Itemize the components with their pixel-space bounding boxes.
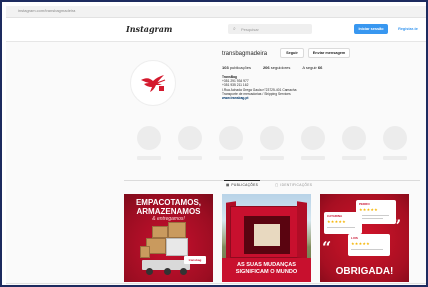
active-tab-indicator <box>224 180 260 181</box>
post-thumbnail[interactable]: PEDRO ★★★★★ CATARINA ★★★★★ LUIS ★★★★★ ” … <box>320 194 409 282</box>
box-image <box>166 238 188 256</box>
rating-stars-icon: ★★★★★ <box>351 241 370 246</box>
review-card: LUIS ★★★★★ <box>348 234 390 256</box>
story-highlight[interactable] <box>301 126 325 150</box>
send-message-button[interactable]: Enviar mensagem <box>308 48 350 58</box>
tabs-divider <box>124 180 420 181</box>
post-caption: AS SUAS MUDANÇAS SIGNIFICAM O MUNDO <box>222 258 311 282</box>
post-title: EMPACOTAMOS, ARMAZENAMOS <box>135 198 202 216</box>
tab-tagged[interactable]: ▢ IDENTIFICAÇÕES <box>275 183 312 187</box>
tab-posts-label: PUBLICAÇÕES <box>231 183 259 187</box>
story-highlight[interactable] <box>219 126 243 150</box>
quote-mark-icon: “ <box>322 238 332 257</box>
post-thumbnail[interactable]: AS SUAS MUDANÇAS SIGNIFICAM O MUNDO <box>222 194 311 282</box>
login-button[interactable]: Iniciar sessão <box>354 24 388 34</box>
post-brand-logo: transbag <box>184 256 206 264</box>
container-door-right <box>297 201 307 259</box>
grid-icon: ▦ <box>226 183 230 187</box>
story-highlight[interactable] <box>178 126 202 150</box>
tab-tagged-label: IDENTIFICAÇÕES <box>280 183 313 187</box>
browser-window: instagram.com/transbagmadeira Instagram … <box>0 0 428 287</box>
bio-website-link[interactable]: www.transbag.pt <box>222 96 296 100</box>
avatar[interactable] <box>130 60 176 106</box>
story-highlight-label <box>260 156 284 160</box>
profile-username: transbagmadeira <box>222 51 268 57</box>
following-stat[interactable]: A seguir 66 <box>302 65 322 70</box>
story-highlight-label <box>219 156 243 160</box>
followers-stat[interactable]: 206 seguidores <box>263 65 290 70</box>
follow-button[interactable]: Seguir <box>280 48 304 58</box>
review-text-line <box>351 249 383 250</box>
story-highlight-label <box>178 156 202 160</box>
instagram-header: Instagram ⌕ Pesquisar Iniciar sessão Reg… <box>6 18 426 42</box>
profile-page: transbagmadeira Seguir Enviar mensagem 1… <box>6 42 426 285</box>
reviewer-name: PEDRO <box>359 202 370 206</box>
post-thumbnail[interactable]: EMPACOTAMOS, ARMAZENAMOS & entregamos! t… <box>124 194 213 282</box>
search-placeholder: Pesquisar <box>241 26 259 32</box>
story-highlight[interactable] <box>137 126 161 150</box>
story-highlight-label <box>301 156 325 160</box>
signup-link[interactable]: Registar-te <box>392 24 424 34</box>
profile-stats: 103 publicações 206 seguidores A seguir … <box>222 65 322 70</box>
wheel-icon <box>146 268 153 275</box>
wheel-icon <box>180 268 187 275</box>
review-text-line <box>327 227 355 228</box>
rating-stars-icon: ★★★★★ <box>327 219 346 224</box>
wheel-icon <box>164 268 171 275</box>
address-bar[interactable]: instagram.com/transbagmadeira <box>6 6 426 18</box>
box-image <box>140 246 150 258</box>
tag-icon: ▢ <box>275 183 279 187</box>
instagram-logo[interactable]: Instagram <box>126 24 172 34</box>
search-icon: ⌕ <box>233 26 236 32</box>
reviewer-name: LUIS <box>351 236 358 240</box>
profile-bio: TransBag +351 291 934 977 +351 935 211 1… <box>222 75 296 100</box>
rating-stars-icon: ★★★★★ <box>359 207 378 212</box>
story-highlight-label <box>383 156 407 160</box>
story-highlight[interactable] <box>342 126 366 150</box>
review-card: CATARINA ★★★★★ <box>324 212 362 234</box>
box-image <box>168 222 186 238</box>
bottom-divider <box>6 283 426 284</box>
review-text-line <box>359 218 383 219</box>
story-highlight-label <box>342 156 366 160</box>
reviewer-name: CATARINA <box>327 214 343 218</box>
search-input[interactable]: ⌕ Pesquisar <box>228 24 312 34</box>
review-text-line <box>359 215 389 216</box>
container-opening <box>254 224 280 246</box>
review-card: PEDRO ★★★★★ <box>356 200 396 224</box>
quote-mark-icon: ” <box>392 216 402 235</box>
stork-logo-icon <box>141 75 166 92</box>
story-highlight[interactable] <box>383 126 407 150</box>
posts-count-stat: 103 publicações <box>222 65 251 70</box>
post-caption: OBRIGADA! <box>335 266 394 277</box>
tab-posts[interactable]: ▦ PUBLICAÇÕES <box>226 183 258 187</box>
story-highlight[interactable] <box>260 126 284 150</box>
url-text: instagram.com/transbagmadeira <box>18 8 76 13</box>
story-highlight-label <box>137 156 161 160</box>
box-image <box>152 226 168 238</box>
